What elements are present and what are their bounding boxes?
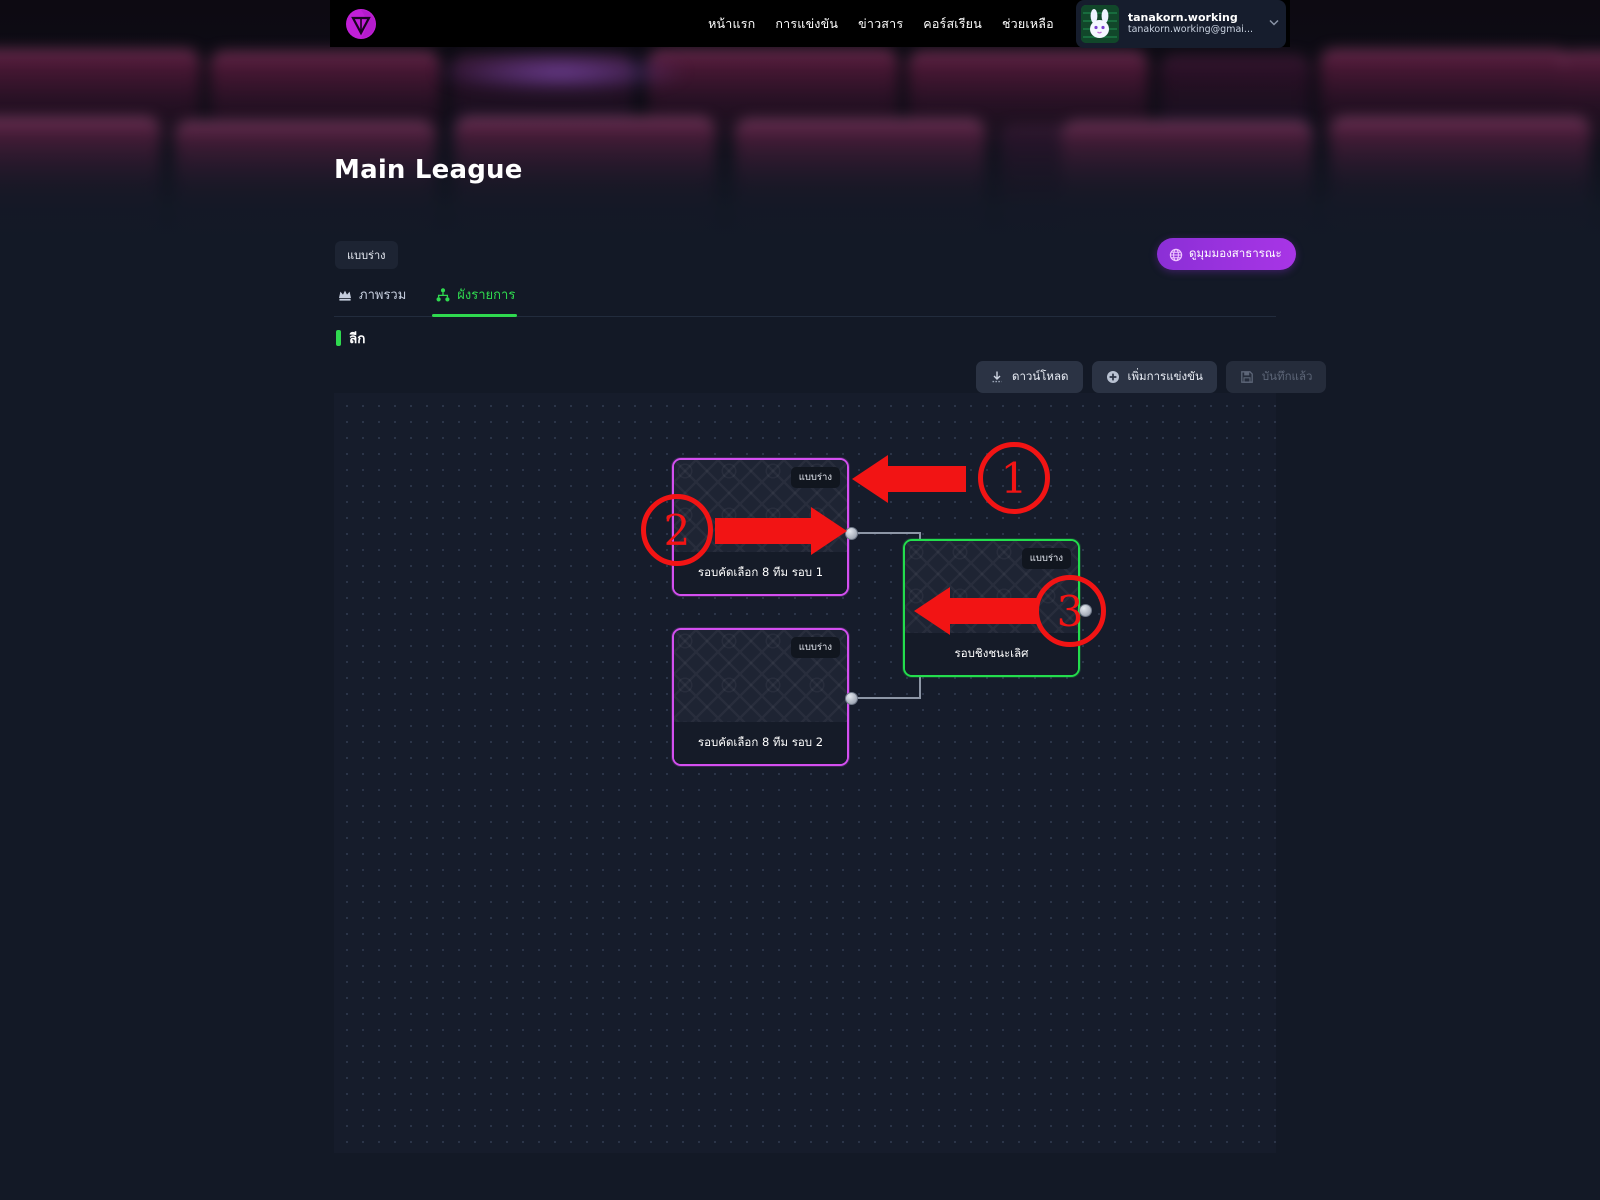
add-competition-button-label: เพิ่มการแข่งขัน (1127, 369, 1203, 383)
tab-bracket-label: ผังรายการ (457, 288, 516, 303)
section-label: ลีก (336, 327, 365, 349)
bracket-node-qualifier-2[interactable]: แบบร่าง รอบคัดเลือก 8 ทีม รอบ 2 (672, 628, 849, 766)
node-output-handle-qualifier-2[interactable] (845, 692, 858, 705)
download-button[interactable]: ดาวน์โหลด (976, 361, 1083, 393)
navbar: หน้าแรก การแข่งขัน ข่าวสาร คอร์สเรียน ช่… (330, 0, 1290, 48)
app-root: หน้าแรก การแข่งขัน ข่าวสาร คอร์สเรียน ช่… (0, 0, 1600, 1200)
section-label-text: ลีก (349, 331, 366, 347)
save-icon (1240, 370, 1254, 384)
node-title: รอบคัดเลือก 8 ทีม รอบ 2 (697, 735, 824, 749)
node-footer: รอบชิงชนะเลิศ (905, 633, 1078, 675)
nav-link-competitions[interactable]: การแข่งขัน (775, 14, 838, 34)
node-output-handle-qualifier-1[interactable] (845, 527, 858, 540)
navbar-links: หน้าแรก การแข่งขัน ข่าวสาร คอร์สเรียน ช่… (708, 14, 1054, 34)
add-competition-button[interactable]: เพิ่มการแข่งขัน (1091, 361, 1217, 393)
v-logo-icon[interactable] (344, 7, 378, 41)
node-status-badge: แบบร่าง (790, 637, 840, 658)
chevron-down-icon[interactable] (1268, 16, 1280, 31)
node-title: รอบคัดเลือก 8 ทีม รอบ 1 (697, 565, 824, 579)
nav-link-help[interactable]: ช่วยเหลือ (1002, 14, 1054, 34)
node-title: รอบชิงชนะเลิศ (954, 646, 1029, 660)
tab-overview-label: ภาพรวม (359, 288, 407, 303)
public-view-button[interactable]: ดูมุมมองสาธารณะ (1157, 238, 1296, 270)
tab-bar: ภาพรวม ผังรายการ (334, 280, 1276, 317)
tab-overview[interactable]: ภาพรวม (334, 280, 420, 316)
download-button-label: ดาวน์โหลด (1012, 369, 1069, 383)
user-name: tanakorn.working (1127, 10, 1238, 24)
bracket-node-final[interactable]: แบบร่าง รอบชิงชนะเลิศ (903, 539, 1080, 677)
saved-button-label: บันทึกแล้ว (1261, 369, 1313, 383)
download-icon (990, 370, 1004, 384)
tab-bracket[interactable]: ผังรายการ (432, 280, 529, 317)
node-input-handle-final[interactable] (1079, 604, 1092, 617)
nav-link-courses[interactable]: คอร์สเรียน (923, 14, 982, 34)
status-badge: แบบร่าง (335, 241, 398, 269)
page-title: Main League (334, 155, 523, 185)
node-footer: รอบคัดเลือก 8 ทีม รอบ 1 (674, 552, 847, 594)
plus-circle-icon (1106, 370, 1120, 384)
globe-icon (1169, 248, 1183, 261)
crown-icon (338, 288, 352, 302)
bracket-canvas[interactable]: แบบร่าง รอบคัดเลือก 8 ทีม รอบ 1 แบบร่าง … (334, 393, 1276, 1153)
action-bar: ดาวน์โหลด เพิ่มการแข่งขัน บันทึกแล้ว (976, 361, 1327, 393)
user-email: tanakorn.working@gmai... (1127, 24, 1253, 36)
node-status-badge: แบบร่าง (1021, 548, 1071, 569)
saved-button: บันทึกแล้ว (1225, 361, 1327, 393)
nav-link-home[interactable]: หน้าแรก (708, 14, 755, 34)
avatar (1080, 4, 1119, 43)
node-status-badge: แบบร่าง (790, 467, 840, 488)
nav-link-news[interactable]: ข่าวสาร (858, 14, 903, 34)
sitemap-icon (436, 287, 450, 302)
user-info: tanakorn.working tanakorn.working@gmai..… (1128, 11, 1253, 37)
user-menu[interactable]: tanakorn.working tanakorn.working@gmai..… (1075, 0, 1286, 48)
public-view-button-label: ดูมุมมองสาธารณะ (1189, 246, 1282, 260)
node-footer: รอบคัดเลือก 8 ทีม รอบ 2 (674, 722, 847, 764)
section-accent-bar (336, 330, 341, 346)
bracket-node-qualifier-1[interactable]: แบบร่าง รอบคัดเลือก 8 ทีม รอบ 1 (672, 458, 849, 596)
